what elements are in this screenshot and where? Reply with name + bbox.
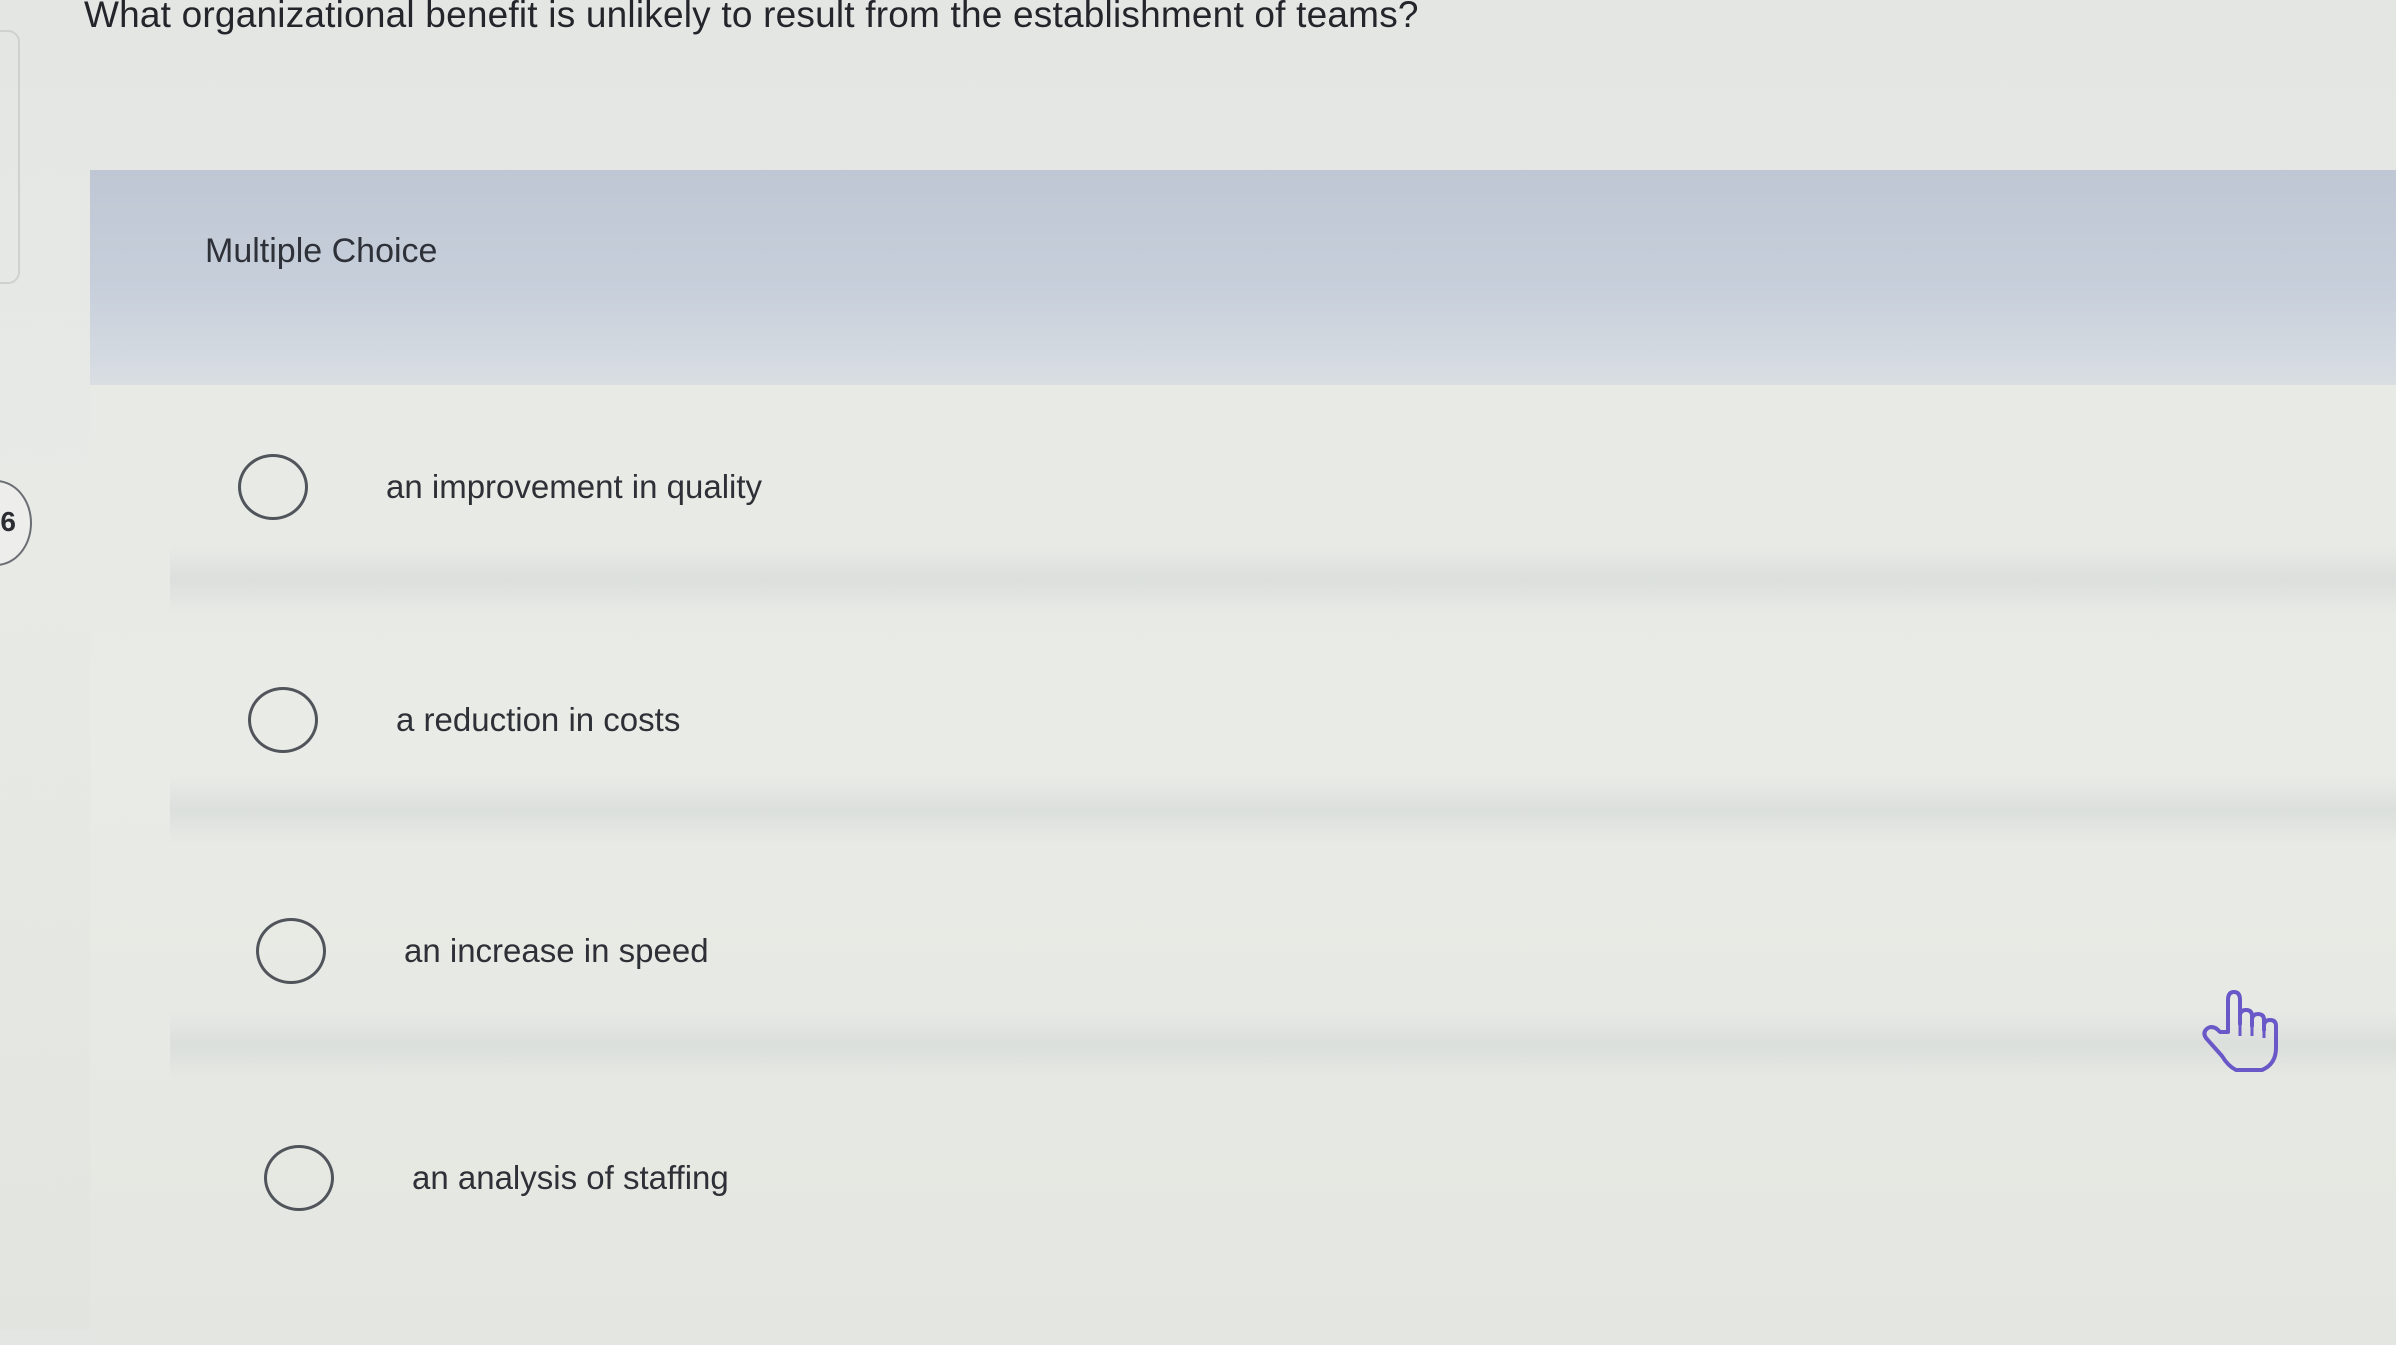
option-label: an improvement in quality [386, 468, 763, 505]
row-divider [170, 1010, 2396, 1080]
question-number: 6 [0, 506, 16, 537]
left-rail [0, 30, 20, 284]
radio-button[interactable] [238, 454, 308, 520]
option-label: an analysis of staffing [412, 1159, 729, 1196]
hand-pointer-icon [2196, 988, 2286, 1083]
row-divider [170, 775, 2396, 845]
option-label: an increase in speed [404, 932, 709, 969]
option-3[interactable]: an increase in speed [256, 911, 709, 991]
option-label: a reduction in costs [396, 701, 681, 738]
radio-button[interactable] [248, 687, 318, 753]
option-4[interactable]: an analysis of staffing [264, 1138, 729, 1218]
question-type-label: Multiple Choice [205, 232, 438, 270]
option-1[interactable]: an improvement in quality [238, 447, 762, 527]
question-text: What organizational benefit is unlikely … [84, 0, 1419, 35]
option-2[interactable]: a reduction in costs [248, 680, 680, 760]
question-number-badge[interactable]: 6 [0, 480, 32, 566]
panel-header: Multiple Choice [90, 170, 2396, 385]
radio-button[interactable] [264, 1145, 334, 1211]
radio-button[interactable] [256, 918, 326, 984]
row-divider [170, 545, 2396, 615]
